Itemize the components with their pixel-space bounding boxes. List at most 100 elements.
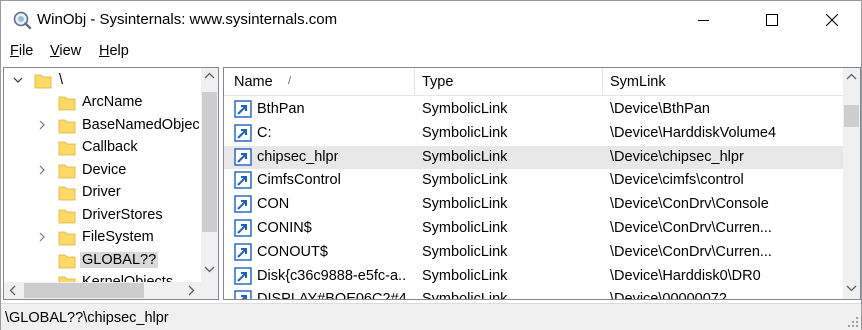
column-divider[interactable] xyxy=(414,68,415,96)
cell-symlink: \Device\BthPan xyxy=(610,101,710,117)
cell-name: CONOUT$ xyxy=(257,243,328,260)
list-row[interactable]: CimfsControl SymbolicLink \Device\cimfs\co… xyxy=(224,169,843,192)
list-row[interactable]: chipsec_hlpr SymbolicLink \Device\chipsec_… xyxy=(224,145,843,169)
tree-hscroll-thumb[interactable] xyxy=(24,283,144,298)
column-header-type[interactable]: Type xyxy=(422,68,602,96)
tree-item-label: DriverStores xyxy=(82,206,163,223)
menu-file-label: ile xyxy=(18,43,34,59)
list-row[interactable]: C: SymbolicLink \Device\HarddiskVolume4 xyxy=(224,122,843,145)
list-row[interactable]: CON SymbolicLink \Device\ConDrv\Console xyxy=(224,193,843,216)
list-vscroll-thumb[interactable] xyxy=(844,105,859,127)
menu-file[interactable]: File xyxy=(10,43,33,59)
cell-name: chipsec_hlpr xyxy=(257,148,339,165)
column-name-label: Name xyxy=(234,74,273,90)
tree-horizontal-scrollbar[interactable] xyxy=(4,282,218,299)
cell-type: SymbolicLink xyxy=(422,124,508,141)
scroll-up-icon[interactable] xyxy=(204,72,215,80)
cell-type: SymbolicLink xyxy=(422,148,508,165)
tree-item-label: GLOBAL?? xyxy=(80,251,159,268)
tree-item[interactable]: ArcName xyxy=(4,92,200,114)
cell-type: SymbolicLink xyxy=(422,243,508,260)
symbolic-link-icon xyxy=(234,147,252,166)
tree-item[interactable]: Device xyxy=(4,160,200,182)
cell-symlink: \Device\ConDrv\Console xyxy=(610,196,769,213)
list-vertical-scrollbar[interactable] xyxy=(843,68,860,299)
chevron-right-icon[interactable] xyxy=(36,164,48,176)
cell-name: CONIN$ xyxy=(257,220,312,236)
tree-item[interactable]: BaseNamedObjec xyxy=(4,115,200,137)
title-bar[interactable]: WinObj - Sysinternals: www.sysinternals.… xyxy=(1,1,861,39)
tree-vscroll-thumb[interactable] xyxy=(202,92,217,232)
list-row[interactable]: CONIN$ SymbolicLink \Device\ConDrv\Curren.… xyxy=(224,217,843,240)
chevron-down-icon[interactable] xyxy=(12,74,24,86)
folder-icon xyxy=(58,186,76,201)
cell-name: CON xyxy=(257,196,290,213)
tree-item[interactable]: Callback xyxy=(4,137,200,159)
symbolic-link-icon xyxy=(234,266,252,285)
menu-bar: File View Help xyxy=(1,40,861,64)
cell-symlink: \Device\HarddiskVolume4 xyxy=(610,124,777,141)
scroll-right-icon[interactable] xyxy=(187,285,195,296)
scroll-down-icon[interactable] xyxy=(204,265,215,273)
folder-icon xyxy=(58,231,76,246)
list-header: Name / Type SymLink xyxy=(224,68,843,96)
cell-symlink: \Device\Harddisk0\DR0 xyxy=(610,267,761,284)
resize-grip-icon[interactable] xyxy=(847,316,859,328)
cell-symlink: \Device\00000072 xyxy=(610,291,727,300)
close-icon xyxy=(826,14,838,26)
tree-item[interactable]: Driver xyxy=(4,182,200,204)
maximize-button[interactable] xyxy=(749,1,795,39)
list-row[interactable]: CONOUT$ SymbolicLink \Device\ConDrv\Curren… xyxy=(224,241,843,264)
folder-icon xyxy=(58,254,76,268)
cell-type: SymbolicLink xyxy=(422,196,508,213)
column-symlink-label: SymLink xyxy=(610,74,666,90)
symbolic-link-icon xyxy=(234,124,252,142)
symbolic-link-icon xyxy=(234,243,252,261)
tree-item-label: BaseNamedObjec xyxy=(82,116,200,133)
symbolic-link-icon xyxy=(234,195,252,213)
cell-name: CimfsControl xyxy=(257,172,341,189)
object-list[interactable]: Name / Type SymLink BthPan SymbolicLink \D… xyxy=(223,67,861,300)
menu-view[interactable]: View xyxy=(50,43,81,59)
scroll-up-icon[interactable] xyxy=(846,73,857,81)
list-row[interactable]: Disk{c36c9888-e5fc-a... SymbolicLink \Devi… xyxy=(224,265,843,288)
tree-item[interactable]: FileSystem xyxy=(4,227,200,249)
cell-symlink: \Device\ConDrv\Curren... xyxy=(610,220,772,236)
minimize-button[interactable] xyxy=(681,1,727,39)
tree-item-label: Device xyxy=(82,161,127,178)
chevron-right-icon[interactable] xyxy=(36,231,48,243)
tree-item-label: \ xyxy=(59,72,64,88)
symbolic-link-icon xyxy=(234,219,252,237)
menu-help[interactable]: Help xyxy=(99,43,129,59)
tree-item[interactable]: DriverStores xyxy=(4,205,200,227)
object-tree[interactable]: \ ArcName BaseNamedObjec Callback Device Dri… xyxy=(3,67,219,300)
scroll-left-icon[interactable] xyxy=(9,285,17,296)
folder-icon xyxy=(58,119,76,133)
symbolic-link-icon xyxy=(234,171,252,190)
menu-view-accel: V xyxy=(50,43,60,59)
chevron-right-icon[interactable] xyxy=(36,119,48,131)
menu-view-label: iew xyxy=(59,43,82,59)
tree-item-root[interactable]: \ xyxy=(4,70,200,92)
column-divider[interactable] xyxy=(602,68,603,96)
tree-item-label: FileSystem xyxy=(82,229,154,245)
cell-type: SymbolicLink xyxy=(422,291,508,300)
cell-name: C: xyxy=(257,124,272,141)
close-button[interactable] xyxy=(809,1,855,39)
tree-item-label: ArcName xyxy=(82,94,143,110)
list-row[interactable]: BthPan SymbolicLink \Device\BthPan xyxy=(224,98,843,121)
tree-vertical-scrollbar[interactable] xyxy=(201,68,218,282)
symbolic-link-icon xyxy=(234,290,252,299)
column-header-name[interactable]: Name / xyxy=(234,68,414,96)
winobj-window: WinObj - Sysinternals: www.sysinternals.… xyxy=(0,0,862,330)
list-row[interactable]: DISPLAY#BOE06C2#4... SymbolicLink \Device\… xyxy=(224,288,843,300)
column-header-symlink[interactable]: SymLink xyxy=(610,68,830,96)
minimize-icon xyxy=(698,20,709,21)
status-path: \GLOBAL??\chipsec_hlpr xyxy=(5,310,169,326)
scroll-down-icon[interactable] xyxy=(846,284,857,292)
menu-help-accel: H xyxy=(99,43,110,59)
window-title: WinObj - Sysinternals: www.sysinternals.… xyxy=(37,11,338,28)
cell-type: SymbolicLink xyxy=(422,101,508,117)
tree-item[interactable]: GLOBAL?? xyxy=(4,250,200,272)
folder-icon xyxy=(34,74,52,89)
